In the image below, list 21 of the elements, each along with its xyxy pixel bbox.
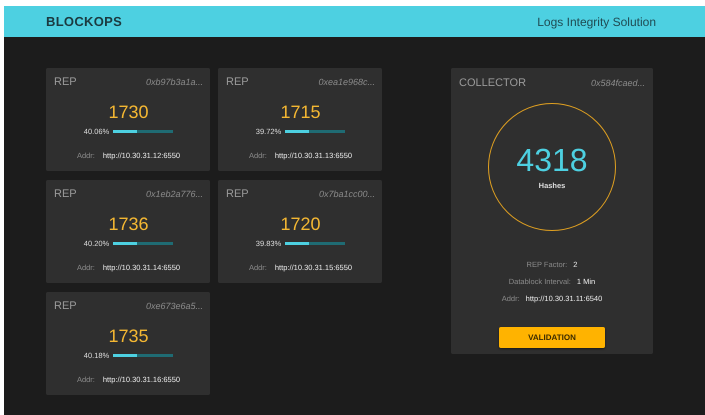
node-hash: 0xe673e6a5... (146, 301, 203, 311)
hash-count: 1736 (107, 214, 150, 235)
hash-count: 1720 (279, 214, 322, 235)
card-title: REP (54, 300, 77, 312)
card-title: COLLECTOR (459, 77, 526, 89)
validation-button[interactable]: VALIDATION (499, 327, 605, 348)
total-hashes: 4318 (516, 144, 588, 176)
brand-name: BLOCKOPS (46, 14, 122, 29)
node-hash: 0x7ba1cc00... (318, 189, 375, 199)
hash-count: 1735 (107, 326, 150, 347)
card-title: REP (226, 76, 249, 88)
card-title: REP (54, 188, 77, 200)
node-hash: 0x1eb2a776... (146, 189, 203, 199)
hash-count: 1730 (107, 102, 150, 123)
hash-count: 1715 (279, 102, 322, 123)
node-hash: 0xb97b3a1a... (146, 77, 203, 87)
node-hash: 0x584fcaed... (590, 78, 645, 88)
card-title: REP (54, 76, 77, 88)
node-hash: 0xea1e968c... (318, 77, 375, 87)
app-subtitle: Logs Integrity Solution (537, 14, 656, 28)
card-title: REP (226, 188, 249, 200)
